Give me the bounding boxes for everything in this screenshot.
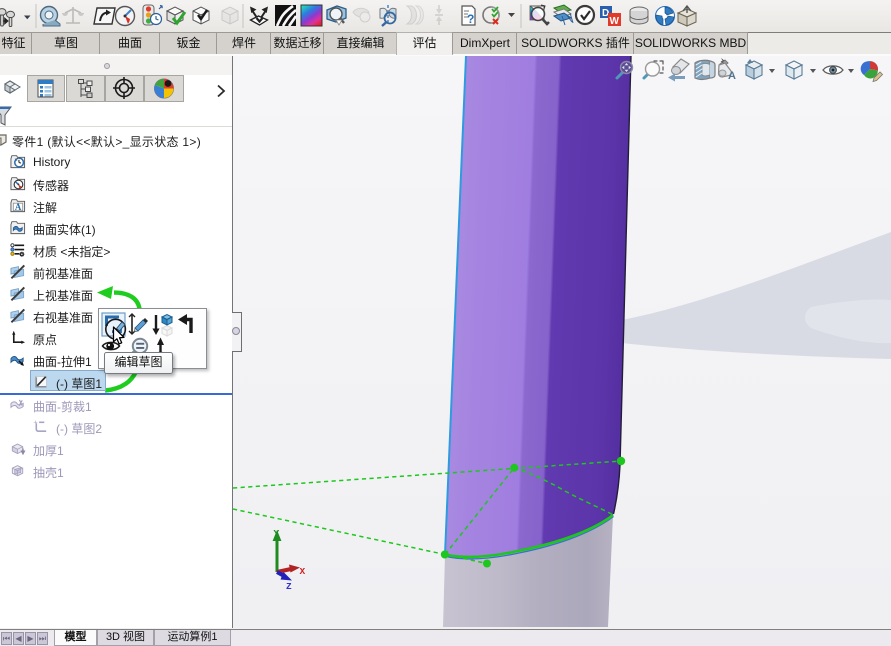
svg-text:A: A — [728, 70, 736, 82]
svg-text:Z: Z — [286, 581, 292, 592]
svg-text:A: A — [15, 202, 22, 212]
svg-text:Y: Y — [274, 528, 280, 539]
svg-text:W: W — [610, 16, 620, 27]
svg-text:X: X — [300, 566, 306, 577]
svg-text:?: ? — [467, 12, 474, 26]
